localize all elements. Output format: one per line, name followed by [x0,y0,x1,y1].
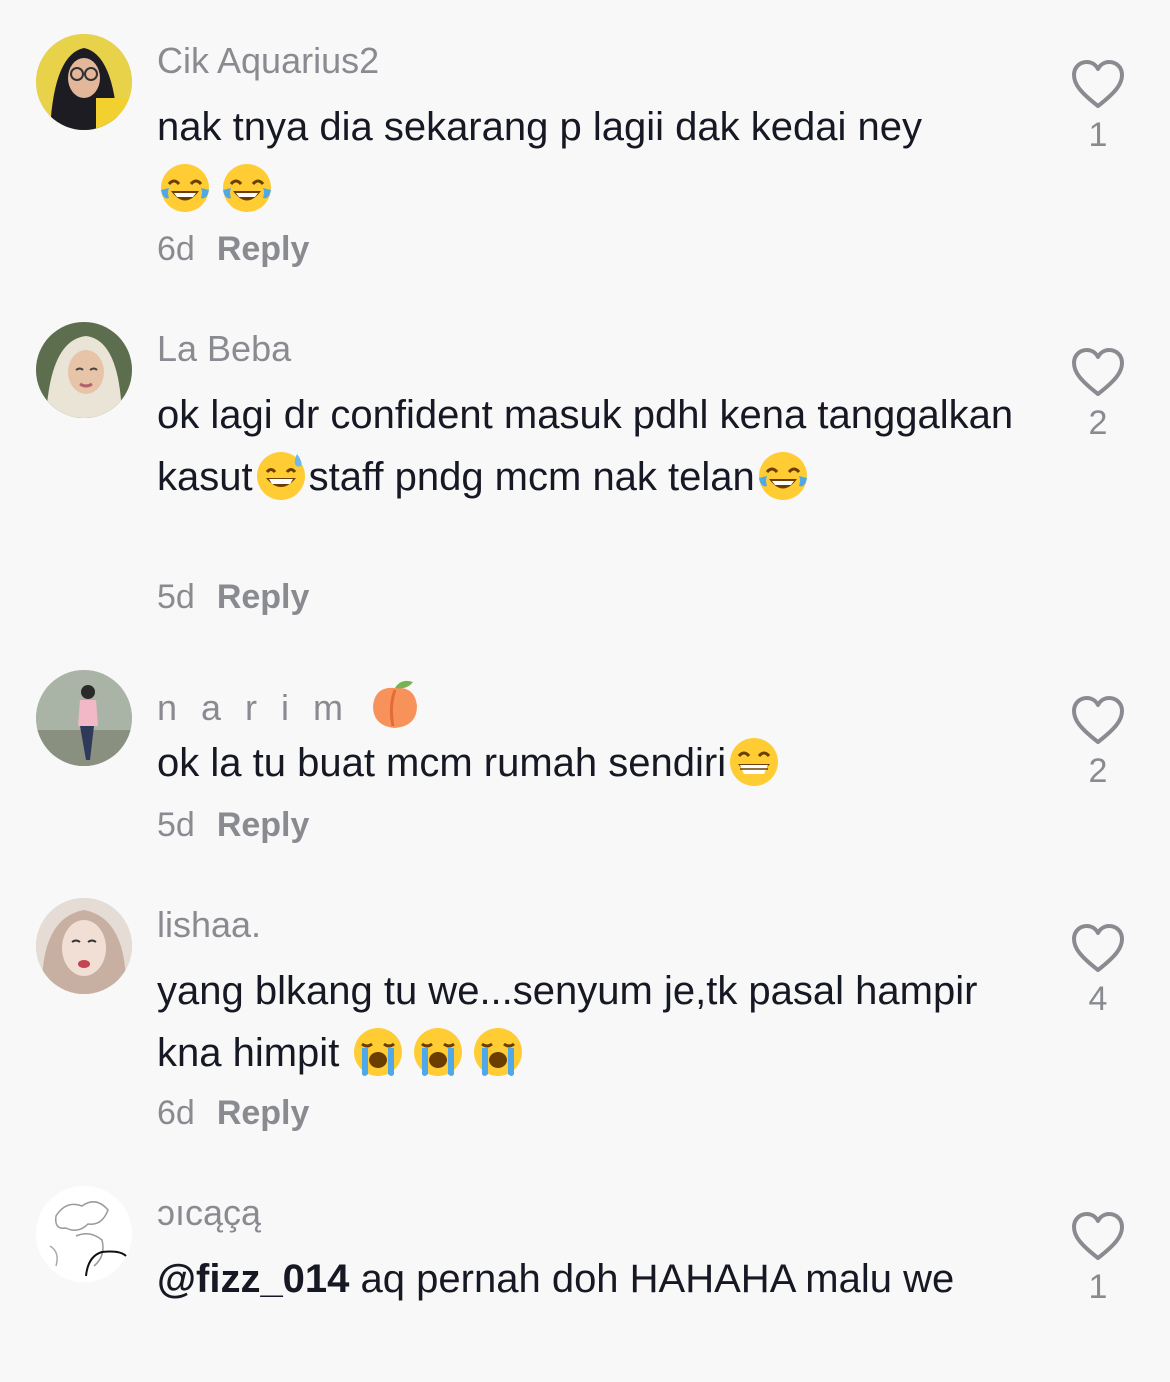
avatar[interactable] [36,898,132,994]
username[interactable]: n a r i m [157,676,423,732]
comment-meta: 5d Reply [157,806,309,845]
comment-text: ok la tu buat mcm rumah sendiri [157,732,1017,794]
face-with-tears-of-joy-icon [219,160,275,216]
heart-outline-icon [1072,924,1124,972]
mention-link[interactable]: @fizz_014 [157,1257,349,1301]
comment-text: ok lagi dr confident masuk pdhl kena tan… [157,384,1017,508]
username[interactable]: La Beba [157,328,291,370]
reply-button[interactable]: Reply [217,1094,310,1132]
heart-outline-icon [1072,696,1124,744]
like-count: 2 [1088,752,1108,790]
timestamp: 6d [157,230,195,268]
like-button[interactable]: 4 [1060,922,1136,1019]
timestamp: 5d [157,578,195,616]
like-count: 1 [1088,116,1108,154]
reply-button[interactable]: Reply [217,230,310,268]
avatar[interactable] [36,322,132,418]
reply-button[interactable]: Reply [217,578,310,616]
like-button[interactable]: 1 [1060,58,1136,155]
timestamp: 5d [157,806,195,844]
loudly-crying-face-icon [470,1024,526,1080]
grinning-face-with-sweat-icon [253,448,309,504]
loudly-crying-face-icon [350,1024,406,1080]
like-button[interactable]: 1 [1060,1210,1136,1307]
comment-meta: 6d Reply [157,230,309,269]
like-count: 1 [1088,1268,1108,1306]
username[interactable]: ɔıcąçą [157,1192,261,1234]
comment-text: nak tnya dia sekarang p lagii dak kedai … [157,96,1017,220]
comment-meta: 5d Reply [157,578,309,617]
username[interactable]: lishaa. [157,904,261,946]
username[interactable]: Cik Aquarius2 [157,40,379,82]
heart-outline-icon [1072,1212,1124,1260]
face-with-tears-of-joy-icon [157,160,213,216]
loudly-crying-face-icon [410,1024,466,1080]
like-count: 4 [1088,980,1108,1018]
comment-text: yang blkang tu we...senyum je,tk pasal h… [157,960,1017,1084]
timestamp: 6d [157,1094,195,1132]
comment-meta: 6d Reply [157,1094,309,1133]
like-button[interactable]: 2 [1060,346,1136,443]
comment-text: @fizz_014 aq pernah doh HAHAHA malu we [157,1257,955,1301]
heart-outline-icon [1072,60,1124,108]
avatar[interactable] [36,34,132,130]
beaming-face-with-smiling-eyes-icon [726,734,782,790]
peach-icon [367,676,423,732]
reply-button[interactable]: Reply [217,806,310,844]
heart-outline-icon [1072,348,1124,396]
avatar[interactable] [36,1186,132,1282]
like-button[interactable]: 2 [1060,694,1136,791]
avatar[interactable] [36,670,132,766]
like-count: 2 [1088,404,1108,442]
face-with-tears-of-joy-icon [755,448,811,504]
